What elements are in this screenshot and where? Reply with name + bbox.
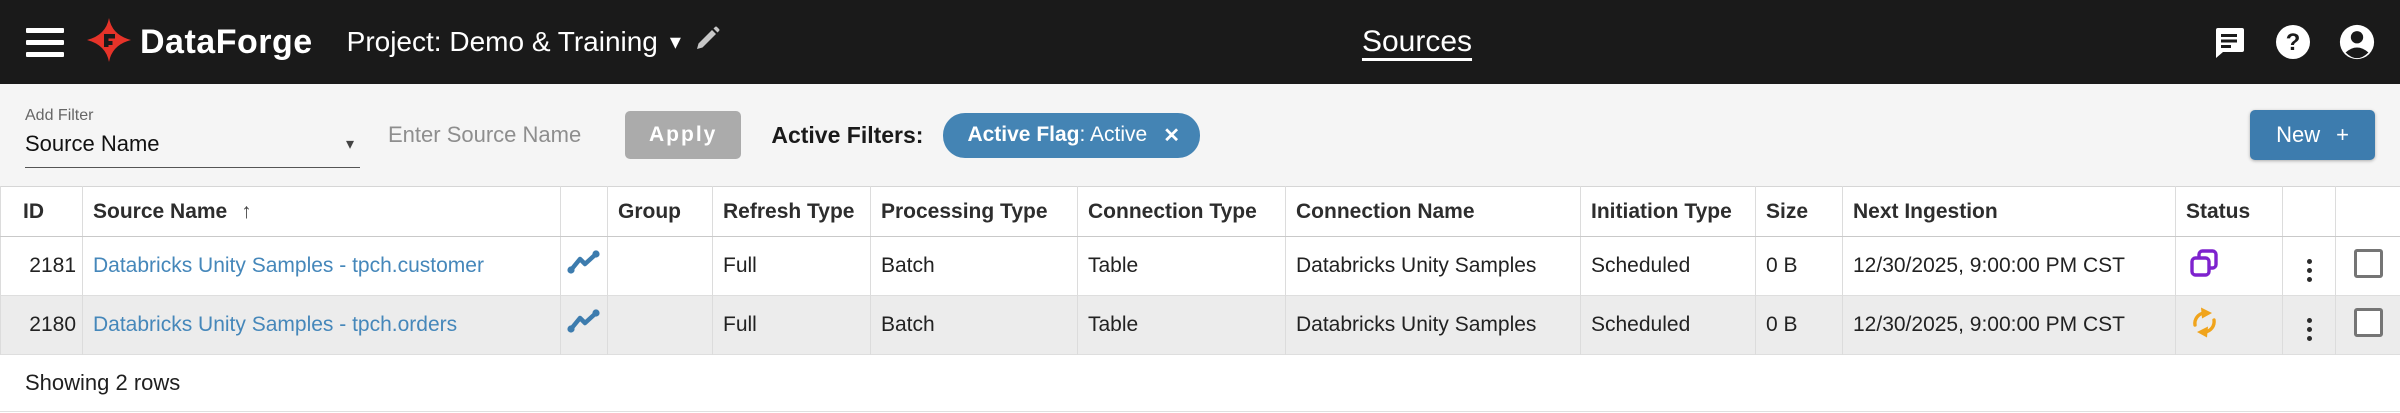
account-icon[interactable] [2338,23,2376,61]
select-caret-icon: ▾ [345,135,354,153]
header-chart-spacer [560,186,608,237]
add-filter-select[interactable]: Add Filter Source Name ▾ [25,107,360,168]
row-count-text: Showing 2 rows [25,370,181,395]
header-connection-name[interactable]: Connection Name [1285,186,1581,237]
new-source-button[interactable]: New + [2250,110,2375,160]
cell-processing-type: Batch [870,236,1078,296]
row-checkbox[interactable] [2353,307,2383,337]
cell-group [607,295,713,355]
project-selector[interactable]: Project: Demo & Training ▾ [347,25,721,60]
cell-id: 2181 [0,236,83,296]
cell-initiation-type: Scheduled [1580,236,1756,296]
cell-refresh-type: Full [712,295,871,355]
header-group[interactable]: Group [607,186,713,237]
header-initiation-type[interactable]: Initiation Type [1580,186,1756,237]
new-button-label: New [2276,122,2321,147]
cell-next-ingestion: 12/30/2025, 9:00:00 PM CST [1842,295,2176,355]
cell-id: 2180 [0,295,83,355]
project-label: Project: Demo & Training [346,26,658,57]
source-link[interactable]: Databricks Unity Samples - tpch.orders [93,313,457,336]
cell-connection-type: Table [1077,236,1286,296]
header-status[interactable]: Status [2175,186,2283,237]
cell-size: 0 B [1755,236,1843,296]
plus-icon: + [2336,122,2349,147]
source-activity-chart-icon[interactable] [560,295,608,355]
header-select-spacer [2335,186,2400,237]
cell-initiation-type: Scheduled [1580,295,1756,355]
header-connection-type[interactable]: Connection Type [1077,186,1286,237]
edit-project-icon[interactable] [693,25,721,60]
sources-table: ID Source Name ↑ Group Refresh Type Proc… [0,186,2400,355]
chip-filter-name: Active Flag [967,123,1080,146]
active-filters-label: Active Filters: [771,121,924,148]
header-refresh-type[interactable]: Refresh Type [712,186,871,237]
dataforge-star-icon [86,17,132,68]
top-app-bar: DataForge Project: Demo & Training ▾ Sou… [0,0,2400,84]
cell-connection-name: Databricks Unity Samples [1285,295,1581,355]
chevron-down-icon: ▾ [669,29,681,54]
filter-toolbar: Add Filter Source Name ▾ Apply Active Fi… [0,84,2400,186]
app-logo: DataForge [86,17,313,68]
header-source-name[interactable]: Source Name ↑ [82,186,561,237]
brand-name: DataForge [140,22,313,61]
feedback-chat-icon[interactable] [2210,23,2248,61]
source-link[interactable]: Databricks Unity Samples - tpch.customer [93,254,484,277]
help-icon[interactable]: ? [2274,23,2312,61]
status-queued-layers-icon[interactable] [2175,236,2283,296]
table-footer: Showing 2 rows [0,355,2400,412]
add-filter-label: Add Filter [25,106,94,124]
source-name-filter-input[interactable] [388,122,603,148]
header-next-ingestion[interactable]: Next Ingestion [1842,186,2176,237]
cell-next-ingestion: 12/30/2025, 9:00:00 PM CST [1842,236,2176,296]
header-source-name-label: Source Name [93,199,228,223]
cell-connection-name: Databricks Unity Samples [1285,236,1581,296]
status-sync-icon[interactable] [2175,295,2283,355]
page-title: Sources [1361,25,1473,58]
row-menu-icon[interactable] [2299,314,2320,345]
table-header-row: ID Source Name ↑ Group Refresh Type Proc… [0,186,2400,237]
svg-text:?: ? [2286,29,2301,56]
cell-refresh-type: Full [712,236,871,296]
topbar-actions: ? [2210,0,2376,84]
header-size[interactable]: Size [1755,186,1843,237]
header-actions-spacer [2282,186,2336,237]
table-row: 2181 Databricks Unity Samples - tpch.cus… [0,236,2400,296]
menu-icon[interactable] [26,27,64,57]
filter-select-value: Source Name [25,130,160,156]
row-menu-icon[interactable] [2299,255,2320,286]
header-processing-type[interactable]: Processing Type [870,186,1078,237]
remove-filter-icon[interactable]: ✕ [1163,123,1180,148]
cell-group [607,236,713,296]
header-id[interactable]: ID [0,186,83,237]
apply-filter-button[interactable]: Apply [625,111,742,159]
active-flag-filter-chip[interactable]: Active Flag: Active ✕ [943,112,1200,158]
row-checkbox[interactable] [2353,248,2383,278]
sort-ascending-icon[interactable]: ↑ [241,200,252,223]
table-row: 2180 Databricks Unity Samples - tpch.ord… [0,295,2400,355]
cell-size: 0 B [1755,295,1843,355]
cell-processing-type: Batch [870,295,1078,355]
cell-connection-type: Table [1077,295,1286,355]
chip-filter-value: : Active [1079,123,1148,146]
source-activity-chart-icon[interactable] [560,236,608,296]
